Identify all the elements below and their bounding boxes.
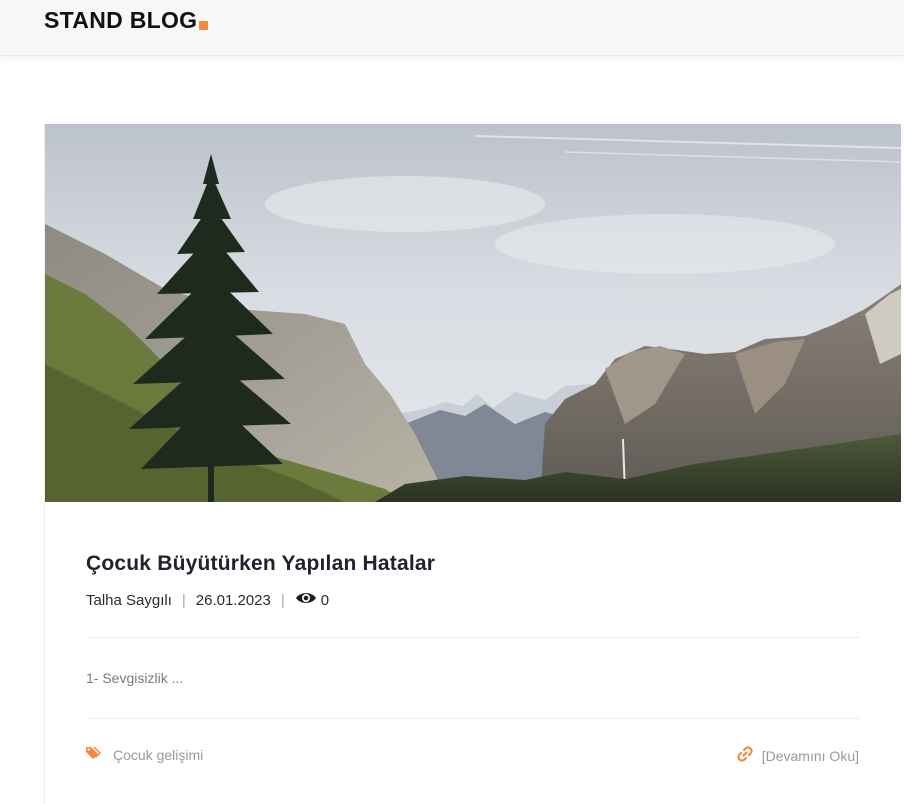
eye-icon	[295, 591, 317, 609]
category-link[interactable]: Çocuk gelişimi	[113, 747, 203, 763]
divider	[86, 637, 860, 638]
divider	[86, 718, 860, 719]
blog-post-card: Çocuk Büyütürken Yapılan Hatalar Talha S…	[44, 124, 901, 804]
views-count: 0	[320, 591, 330, 609]
mountain-landscape-image	[45, 124, 901, 502]
tags-icon	[86, 746, 104, 764]
post-date: 26.01.2023	[195, 591, 271, 609]
post-meta: Talha Saygılı | 26.01.2023 | 0	[86, 591, 329, 609]
read-more: [Devamını Oku]	[737, 746, 859, 765]
meta-separator: |	[181, 591, 186, 609]
post-hero-image[interactable]	[45, 124, 901, 502]
post-author[interactable]: Talha Saygılı	[86, 592, 172, 609]
post-title[interactable]: Çocuk Büyütürken Yapılan Hatalar	[86, 552, 435, 576]
top-navbar: STAND BLOG	[0, 0, 904, 56]
post-category: Çocuk gelişimi	[86, 746, 203, 764]
brand-name: STAND BLOG	[44, 7, 198, 33]
meta-separator: |	[280, 591, 285, 609]
brand-logo-link[interactable]: STAND BLOG	[44, 7, 209, 34]
post-excerpt: 1- Sevgisizlik ...	[86, 670, 184, 686]
link-icon	[737, 746, 753, 765]
read-more-link[interactable]: [Devamını Oku]	[762, 748, 859, 764]
post-views: 0	[295, 591, 329, 609]
brand-accent-dot	[199, 21, 209, 30]
